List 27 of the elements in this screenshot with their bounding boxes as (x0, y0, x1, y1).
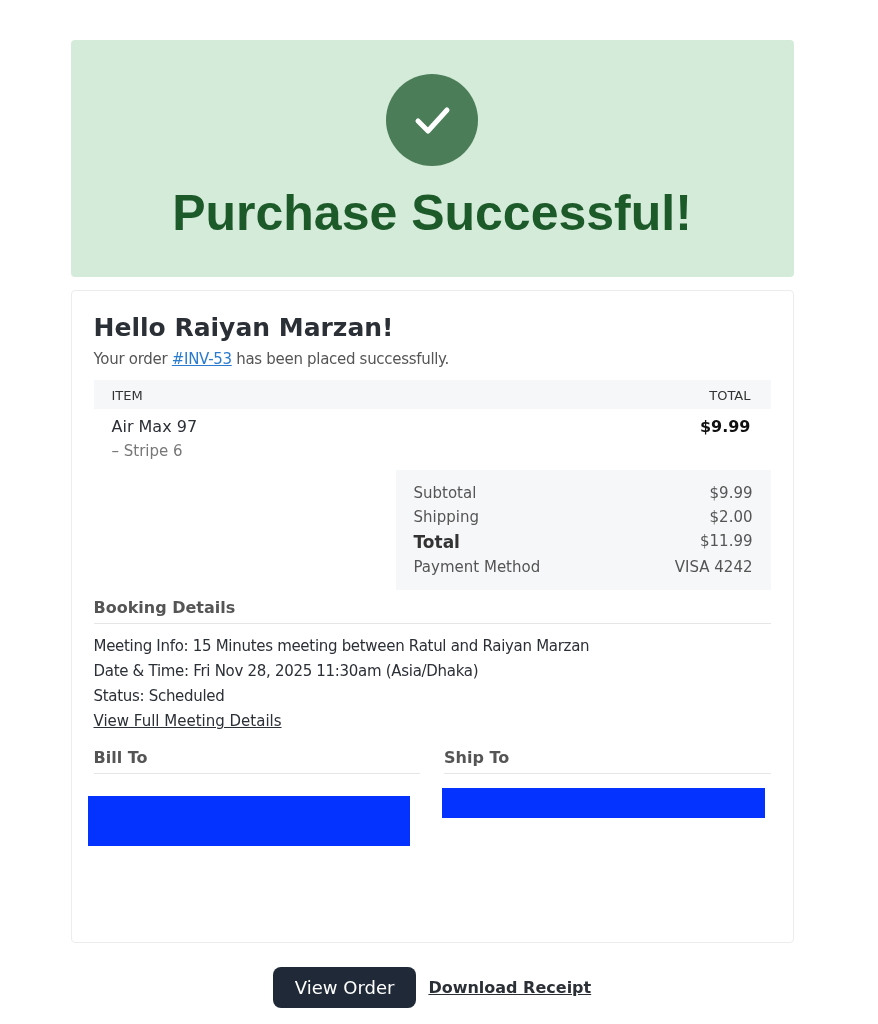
summary-label: Total (413, 532, 460, 552)
column-header: ITEM (111, 388, 143, 403)
section-title: Ship To (444, 748, 771, 774)
item-total: $9.99 (699, 417, 751, 438)
check-icon (386, 74, 478, 166)
summary-value: $2.00 (709, 508, 753, 526)
section-title: Bill To (93, 748, 420, 774)
meeting-details-link[interactable]: View Full Meeting Details (93, 712, 282, 730)
item-name: Air Max 97 (111, 417, 198, 436)
summary-label: Subtotal (413, 484, 477, 502)
summary-value: $9.99 (709, 484, 753, 502)
section-title: Booking Details (93, 598, 771, 624)
summary-value: VISA 4242 (674, 558, 753, 576)
summary-label: Shipping (413, 508, 479, 526)
greeting: Hello Raiyan Marzan! (93, 313, 395, 342)
booking-field: Date & Time: Fri Nov 28, 2025 11:30am (Asia/Dhaka) (93, 662, 479, 680)
item-variant: – Stripe 6 (111, 442, 184, 460)
booking-field: Status: Scheduled (93, 687, 225, 705)
order-message: Your order #INV-53 has been placed successfully. (93, 350, 451, 368)
download-receipt-link[interactable]: Download Receipt (428, 978, 592, 997)
column-header: TOTAL (709, 388, 751, 403)
view-order-button[interactable]: View Order (272, 967, 417, 1008)
summary-value: $11.99 (700, 532, 753, 552)
order-link[interactable]: #INV-53 (171, 350, 232, 368)
booking-field: Meeting Info: 15 Minutes meeting between Ratul and Raiyan Marzan (93, 637, 590, 655)
summary-label: Payment Method (413, 558, 541, 576)
banner-title: Purchase Successful! (172, 184, 692, 242)
